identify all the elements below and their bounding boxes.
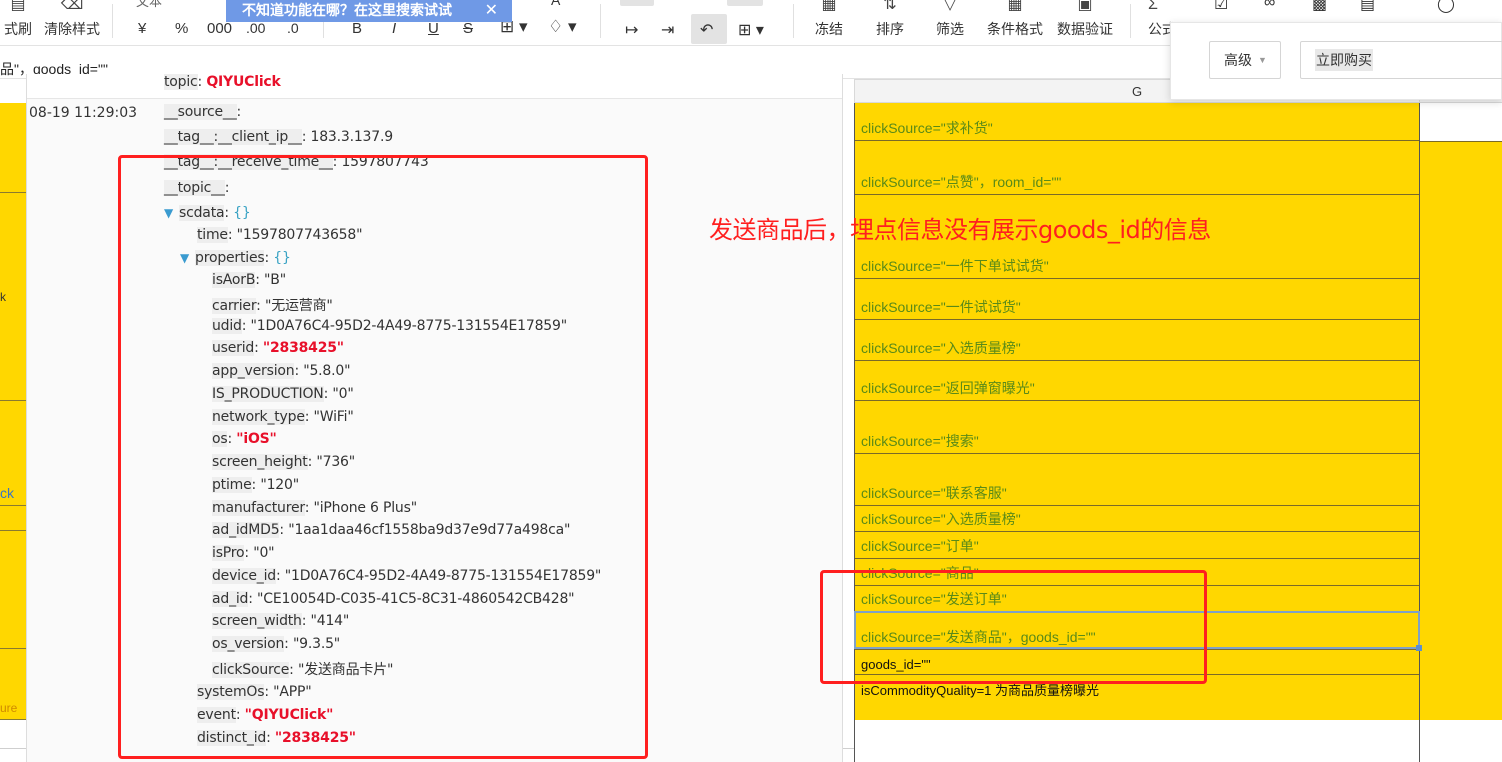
- filter-popup: 高级 ▼ 立即购买: [1170, 22, 1502, 100]
- freeze-button[interactable]: ▦ 冻结: [810, 0, 848, 46]
- g-cell[interactable]: clickSource="入选质量榜": [855, 320, 1419, 361]
- fill-color-icon[interactable]: ♢ ▾: [548, 17, 577, 37]
- toolbar-divider: [112, 4, 113, 38]
- eraser-icon: ⌫: [60, 0, 84, 13]
- field-value: 183.3.137.9: [310, 129, 394, 145]
- bold-button[interactable]: B: [352, 20, 362, 37]
- column-h: [1420, 141, 1502, 720]
- filter-query-input[interactable]: 立即购买: [1300, 41, 1502, 79]
- log-field-topic: topic: QIYUClick: [164, 74, 281, 90]
- search-tip-banner[interactable]: 不知道功能在哪？在这里搜索试试 ✕: [226, 0, 512, 22]
- image-icon[interactable]: ▤: [1360, 0, 1375, 14]
- field-key: __source__: [164, 104, 237, 120]
- strikethrough-button[interactable]: S: [463, 20, 473, 37]
- g-cell[interactable]: clickSource="求补货": [855, 103, 1419, 141]
- checkbox-icon[interactable]: ☑: [1214, 0, 1228, 14]
- fill-handle[interactable]: [1416, 645, 1422, 651]
- field-key: __tag__:__client_ip__: [164, 129, 302, 145]
- format-painter-button[interactable]: ▤ 式刷: [0, 0, 36, 46]
- g-cell[interactable]: clickSource="返回弹窗曝光": [855, 361, 1419, 401]
- sort-button[interactable]: ⇅ 排序: [870, 0, 910, 46]
- close-icon[interactable]: ✕: [485, 0, 498, 20]
- search-tip-text: 不知道功能在哪？在这里搜索试试: [242, 2, 452, 18]
- data-validation-button[interactable]: ▣ 数据验证: [1053, 0, 1117, 46]
- chart-icon[interactable]: ▩: [1312, 0, 1327, 14]
- advanced-mode-select[interactable]: 高级 ▼: [1209, 41, 1281, 79]
- wrap-text-icon: ↶: [700, 22, 714, 39]
- log-field-client-ip: __tag__:__client_ip__: 183.3.137.9: [164, 129, 393, 145]
- search-icon[interactable]: ◯: [1437, 0, 1455, 14]
- annotation-text: 发送商品后，埋点信息没有展示goods_id的信息: [709, 216, 1211, 244]
- g-cell[interactable]: clickSource="搜索": [855, 401, 1419, 454]
- field-value: QIYUClick: [206, 74, 281, 90]
- chevron-down-icon: ▼: [1258, 55, 1267, 65]
- validation-icon: ▣: [1077, 0, 1093, 13]
- clear-format-button[interactable]: ⌫ 清除样式: [40, 0, 104, 46]
- number-format-select[interactable]: 文本: [136, 0, 162, 10]
- annotation-box-cells: [820, 570, 1207, 684]
- align-right-button[interactable]: [727, 0, 763, 6]
- g-cell[interactable]: clickSource="入选质量榜": [855, 506, 1419, 532]
- field-key: topic: [164, 74, 198, 90]
- underline-button[interactable]: U: [428, 20, 439, 37]
- link-icon[interactable]: ∞: [1264, 0, 1275, 12]
- table-icon: ▦: [1007, 0, 1023, 13]
- sort-icon: ⇅: [883, 0, 897, 13]
- currency-button[interactable]: ¥: [138, 20, 146, 37]
- italic-button[interactable]: I: [392, 20, 396, 37]
- annotation-box-log: [118, 155, 648, 759]
- row-divider: [0, 530, 26, 531]
- log-header-row: [27, 74, 842, 99]
- g-cell[interactable]: clickSource="联系客服": [855, 454, 1419, 506]
- indent-right-icon[interactable]: ⇥: [661, 20, 674, 40]
- decrease-decimal-button[interactable]: .0: [287, 20, 299, 36]
- left-cell-fragment: ck: [0, 485, 14, 501]
- advanced-mode-label: 高级: [1224, 52, 1252, 68]
- align-left-button[interactable]: [620, 0, 654, 6]
- log-timestamp: 08-19 11:29:03: [29, 105, 138, 121]
- font-color-icon[interactable]: A: [551, 0, 560, 8]
- left-column-fill: [0, 103, 26, 720]
- g-cell[interactable]: clickSource="点赞"，room_id="": [855, 141, 1419, 195]
- toolbar-divider: [1130, 4, 1131, 38]
- freeze-icon: ▦: [821, 0, 837, 13]
- row-divider: [0, 648, 26, 649]
- g-cell[interactable]: clickSource="订单": [855, 532, 1419, 559]
- merge-cells-icon[interactable]: ⊞ ▾: [738, 20, 764, 40]
- row-divider: [0, 505, 26, 506]
- increase-decimal-button[interactable]: .00: [246, 20, 265, 36]
- format-painter-icon: ▤: [10, 0, 26, 13]
- log-field-source: __source__:: [164, 104, 242, 120]
- thousands-button[interactable]: 000: [207, 20, 232, 37]
- g-cell[interactable]: clickSource="一件试试货": [855, 279, 1419, 320]
- toolbar-divider: [793, 4, 794, 38]
- left-cell-fragment: ure: [0, 701, 18, 715]
- filter-button[interactable]: ▽ 筛选: [930, 0, 970, 46]
- indent-left-icon[interactable]: ↦: [625, 20, 638, 40]
- filter-query-text: 立即购买: [1315, 49, 1373, 71]
- sigma-icon: Σ: [1148, 0, 1158, 13]
- column-border: [854, 720, 855, 762]
- left-cell-fragment: k: [0, 290, 6, 304]
- row-divider: [0, 400, 26, 401]
- row-divider: [1420, 141, 1502, 142]
- toolbar-divider: [600, 4, 601, 38]
- filter-icon: ▽: [943, 0, 957, 13]
- conditional-format-button[interactable]: ▦ 条件格式: [983, 0, 1047, 46]
- column-border: [1419, 720, 1420, 762]
- row-divider: [0, 192, 26, 193]
- percent-button[interactable]: %: [175, 20, 188, 37]
